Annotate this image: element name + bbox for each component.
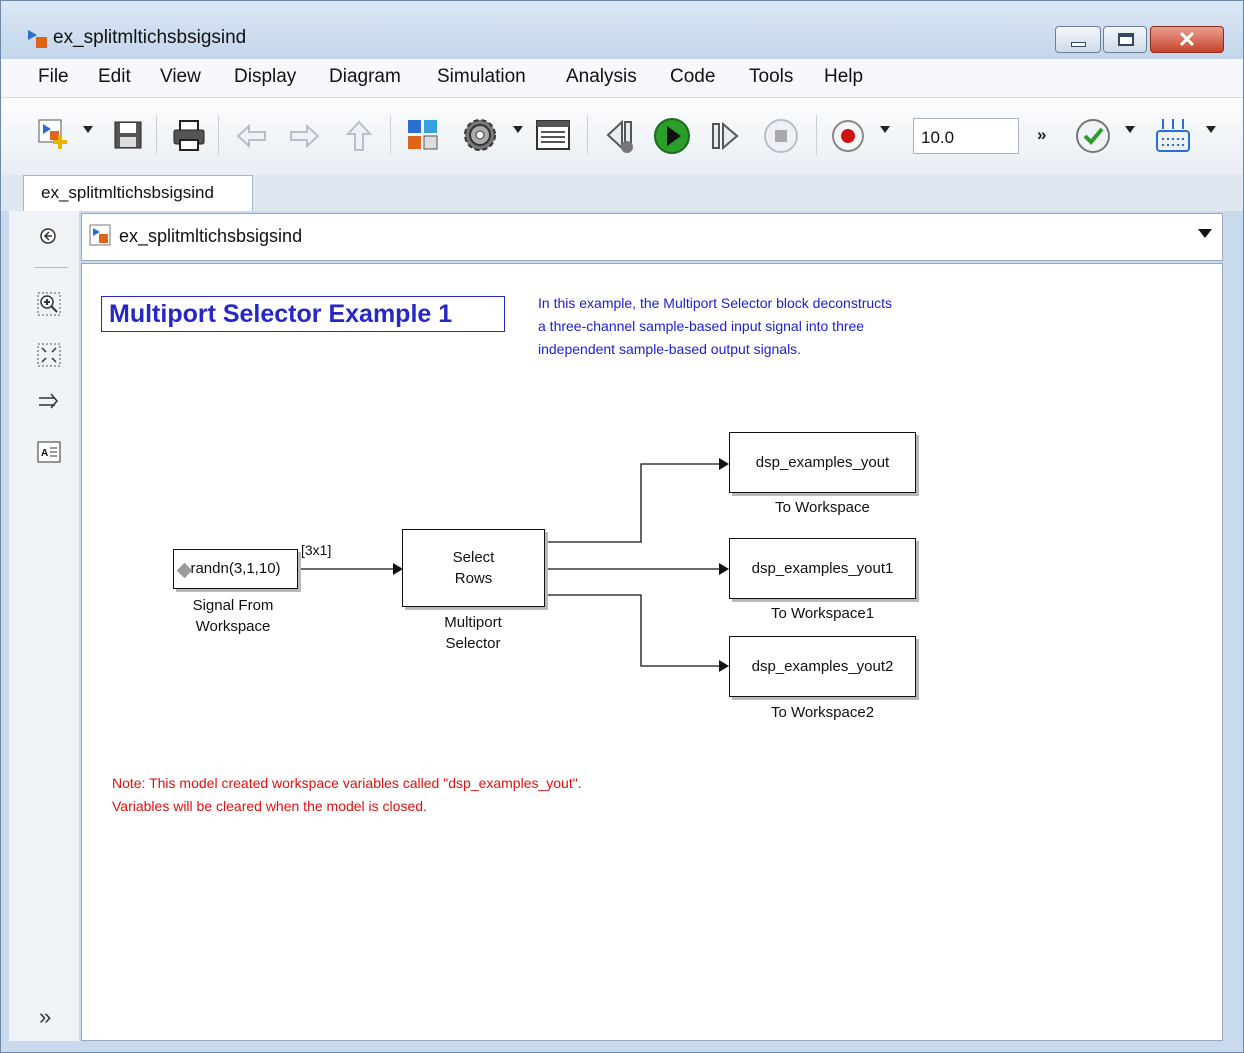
note-annotation[interactable]: Note: This model created workspace varia…	[112, 772, 582, 818]
to-workspace1-label: To Workspace1	[770, 605, 875, 622]
to-workspace-block[interactable]: dsp_examples_yout	[729, 432, 916, 493]
out3-block-text: dsp_examples_yout2	[751, 658, 894, 675]
label-line: Workspace	[195, 618, 271, 635]
label-line: Selector	[445, 635, 501, 652]
source-block-text: randn(3,1,10)	[190, 560, 281, 577]
selector-block-label: Multiport Selector	[413, 614, 533, 652]
signal-lines	[298, 458, 729, 672]
to-workspace-label: To Workspace	[775, 499, 870, 516]
to-workspace2-label: To Workspace2	[770, 704, 875, 721]
signal-dimension-label: [3x1]	[301, 542, 332, 558]
selector-text-line2: Rows	[454, 570, 493, 587]
note-line: Variables will be cleared when the model…	[112, 798, 427, 814]
label-line: Signal From	[192, 597, 274, 614]
selector-text-line1: Select	[452, 549, 495, 566]
label-line: Multiport	[444, 614, 502, 631]
multiport-selector-block[interactable]: Select Rows	[402, 529, 545, 607]
note-line: Note: This model created workspace varia…	[112, 775, 582, 791]
to-workspace1-block[interactable]: dsp_examples_yout1	[729, 538, 916, 599]
source-block-label: Signal From Workspace	[173, 597, 293, 635]
out1-block-text: dsp_examples_yout	[755, 454, 890, 471]
simulink-window: ex_splitmltichsbsigsind ✕ File Edit View…	[0, 0, 1244, 1053]
to-workspace2-block[interactable]: dsp_examples_yout2	[729, 636, 916, 697]
out2-block-text: dsp_examples_yout1	[751, 560, 894, 577]
